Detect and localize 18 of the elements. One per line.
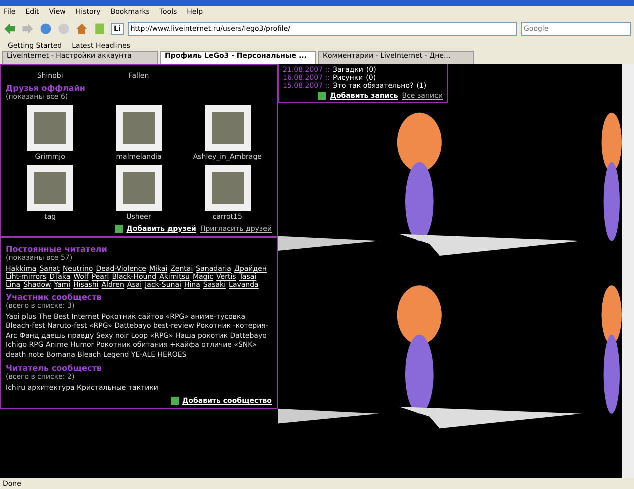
forward-arrow-icon[interactable] bbox=[21, 22, 35, 36]
reload-icon[interactable] bbox=[39, 22, 53, 36]
home-icon[interactable] bbox=[75, 22, 89, 36]
avatar-placeholder[interactable] bbox=[27, 105, 74, 151]
add-icon bbox=[318, 92, 326, 100]
section-title: Постоянные читатели bbox=[6, 245, 108, 254]
add-icon bbox=[114, 225, 123, 233]
scrollbar[interactable] bbox=[622, 64, 634, 478]
avatar-placeholder[interactable] bbox=[204, 105, 251, 151]
add-icon bbox=[170, 396, 178, 405]
section-title: Друзья оффлайн bbox=[6, 84, 86, 93]
back-arrow-icon[interactable] bbox=[3, 22, 17, 36]
avatar-placeholder[interactable] bbox=[116, 165, 162, 211]
avatar-placeholder[interactable] bbox=[204, 165, 251, 211]
avatar-placeholder[interactable] bbox=[116, 105, 162, 151]
avatar-placeholder[interactable] bbox=[27, 165, 74, 211]
section-title: Участник сообществ bbox=[6, 293, 103, 302]
section-title: Читатель сообществ bbox=[6, 364, 103, 374]
